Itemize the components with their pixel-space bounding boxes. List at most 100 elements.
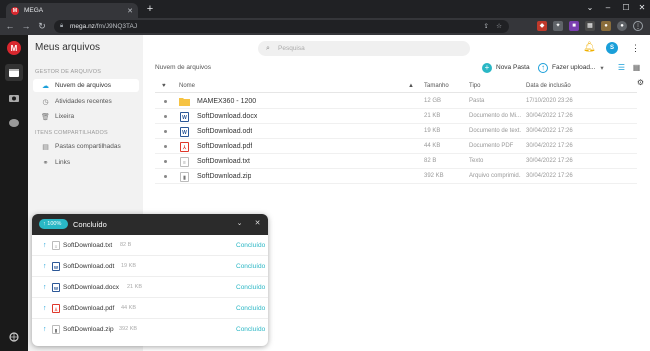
list-view-icon[interactable]: ☰ (616, 62, 627, 73)
search-placeholder: Pesquisa (278, 45, 305, 52)
notification-bell-icon[interactable]: 🔔︎ (583, 42, 596, 54)
sidebar-item-links[interactable]: ⚭ Links (33, 156, 139, 169)
transfer-progress-badge: ↑ 100% (39, 219, 68, 229)
transfer-file-name: SoftDownload.odt (63, 263, 115, 270)
file-date: 30/04/2022 17:26 (526, 128, 573, 134)
avatar[interactable]: S (606, 42, 618, 54)
more-options-icon[interactable]: ⋮ (631, 42, 640, 54)
table-row[interactable]: MAMEX360 - 1200 12 GB Pasta 17/10/2020 2… (155, 94, 637, 109)
upload-button[interactable]: ↑ Fazer upload... ▾ (538, 61, 604, 74)
lock-icon: 🔒︎ (60, 23, 64, 29)
file-size: 44 KB (424, 143, 441, 149)
table-row[interactable]: W SoftDownload.odt 19 KB Documento de te… (155, 124, 637, 139)
reload-icon[interactable]: ↻ (35, 20, 49, 33)
star-icon[interactable]: ☆ (496, 20, 502, 33)
transfer-item[interactable]: ↑ ⅄ SoftDownload.pdf 44 KB Concluído (32, 298, 268, 319)
link-icon: ⚭ (42, 159, 49, 167)
breadcrumb[interactable]: Nuvem de arquivos (155, 64, 211, 71)
settings-rail-button[interactable] (5, 328, 23, 345)
sidebar-item-cloud-drive[interactable]: ☁ Nuvem de arquivos (33, 79, 139, 92)
row-bullet (164, 160, 167, 163)
file-type: Documento de text... (469, 128, 521, 134)
page-title: Meus arquivos (35, 42, 101, 53)
file-type: Pasta (469, 98, 485, 104)
sidebar-item-trash[interactable]: 🗑︎ Lixeira (33, 110, 139, 123)
search-input[interactable]: ⌕ Pesquisa (258, 41, 470, 56)
sidebar-item-label: Nuvem de arquivos (55, 82, 111, 89)
folder-icon (179, 98, 190, 106)
mega-logo[interactable]: M (7, 41, 21, 55)
grid-view-icon[interactable]: ▦ (631, 62, 642, 73)
collapse-chevron-icon[interactable]: ⌄ (234, 218, 245, 230)
transfer-file-name: SoftDownload.docx (63, 284, 120, 291)
extension-brown-icon[interactable]: ● (601, 21, 611, 31)
chevron-down-icon: ▾ (600, 64, 604, 72)
transfer-item[interactable]: ↑ W SoftDownload.docx 21 KB Concluído (32, 277, 268, 298)
sidebar-section-shared: ITENS COMPARTILHADOS (35, 130, 108, 136)
file-name: MAMEX360 - 1200 (197, 98, 257, 105)
transfer-item[interactable]: ↑ W SoftDownload.odt 19 KB Concluído (32, 256, 268, 277)
app-rail (0, 35, 28, 351)
file-type: Documento PDF (469, 143, 514, 149)
address-bar[interactable]: 🔒︎ mega.nz/fm/J9NQ3TAJ ⇪ ☆ (54, 20, 509, 33)
transfer-file-name: SoftDownload.txt (63, 242, 113, 249)
column-size[interactable]: Tamanho (424, 83, 449, 89)
table-row[interactable]: ⅄ SoftDownload.pdf 44 KB Documento PDF 3… (155, 139, 637, 154)
row-bullet (164, 175, 167, 178)
file-date: 30/04/2022 17:26 (526, 158, 573, 164)
file-size: 82 B (424, 158, 437, 164)
zip-icon: ▮ (52, 325, 60, 334)
table-row[interactable]: ▮ SoftDownload.zip 392 KB Arquivo compri… (155, 169, 637, 184)
transfer-status: Concluído (236, 305, 266, 312)
back-icon[interactable]: ← (3, 20, 17, 33)
star-column-icon[interactable]: ♥ (162, 83, 166, 89)
file-name: SoftDownload.docx (197, 113, 258, 120)
new-folder-button[interactable]: + Nova Pasta (482, 61, 530, 74)
camera-icon (9, 94, 19, 102)
new-tab-button[interactable]: + (144, 3, 156, 15)
column-name[interactable]: Nome (179, 83, 195, 89)
sort-icon[interactable]: ▲ (408, 83, 414, 89)
chat-rail-button[interactable] (5, 114, 23, 131)
transfer-file-size: 82 B (120, 242, 132, 248)
share-icon[interactable]: ⇪ (484, 20, 489, 33)
sidebar-item-shared-folders[interactable]: ▤ Pastas compartilhadas (33, 140, 139, 153)
column-date[interactable]: Data de inclusão (526, 83, 571, 89)
text-icon: ≡ (180, 157, 189, 167)
extension-puzzle-icon[interactable]: ✦ (553, 21, 563, 31)
browser-tab[interactable]: M MEGA ✕ (6, 3, 138, 18)
table-row[interactable]: ≡ SoftDownload.txt 82 B Texto 30/04/2022… (155, 154, 637, 169)
forward-icon[interactable]: → (19, 20, 33, 33)
profile-icon[interactable]: ● (617, 21, 627, 31)
file-name: SoftDownload.odt (197, 128, 253, 135)
file-size: 392 KB (424, 173, 444, 179)
column-type[interactable]: Tipo (469, 83, 480, 89)
cloud-icon: ☁ (42, 82, 49, 90)
photos-rail-button[interactable] (5, 89, 23, 106)
cloud-drive-rail-button[interactable] (5, 64, 23, 81)
transfer-file-size: 19 KB (121, 263, 136, 269)
transfer-item[interactable]: ↑ ▮ SoftDownload.zip 392 KB Concluído (32, 319, 268, 340)
transfer-status: Concluído (236, 263, 266, 270)
text-icon: ≡ (52, 241, 60, 250)
transfer-item[interactable]: ↑ ≡ SoftDownload.txt 82 B Concluído (32, 235, 268, 256)
sidebar-item-label: Links (55, 159, 71, 166)
table-row[interactable]: W SoftDownload.docx 21 KB Documento do M… (155, 109, 637, 124)
close-window-icon[interactable]: ✕ (630, 1, 650, 15)
file-size: 19 KB (424, 128, 441, 134)
close-icon[interactable]: ✕ (252, 218, 263, 230)
upload-arrow-icon: ↑ (43, 242, 47, 249)
close-tab-icon[interactable]: ✕ (127, 7, 133, 15)
sidebar-item-recents[interactable]: ◷ Atividades recentes (33, 95, 139, 108)
extension-purple-icon[interactable]: ■ (569, 21, 579, 31)
gear-icon[interactable]: ⚙ (636, 78, 645, 87)
browser-tab-strip: M MEGA ✕ + ⌄ – ☐ ✕ (0, 0, 650, 18)
extension-shield-icon[interactable]: ◆ (537, 21, 547, 31)
sidebar-item-label: Lixeira (55, 113, 75, 120)
trash-icon: 🗑︎ (41, 113, 50, 121)
file-name: SoftDownload.txt (197, 158, 250, 165)
browser-menu-icon[interactable]: ⋮ (633, 21, 643, 31)
extension-grid-icon[interactable]: ▦ (585, 21, 595, 31)
file-type: Documento do Mi... (469, 113, 521, 119)
table-header: ♥ Nome ▲ Tamanho Tipo Data de inclusão (155, 82, 637, 93)
